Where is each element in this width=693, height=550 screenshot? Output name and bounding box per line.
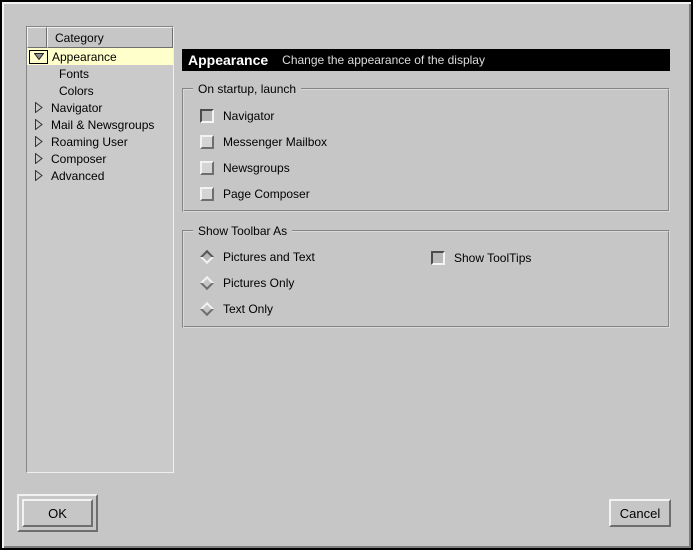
expand-arrow-icon[interactable] [35, 170, 51, 181]
text-only-radio[interactable] [200, 302, 214, 316]
tree-item-label: Navigator [51, 101, 102, 115]
tree-item-roaming-user[interactable]: Roaming User [27, 133, 173, 150]
page-header: Appearance Change the appearance of the … [182, 49, 670, 71]
checkbox-row-page-composer[interactable]: Page Composer [200, 187, 668, 201]
radio-row-text-only[interactable]: Text Only [200, 302, 668, 316]
startup-group-title: On startup, launch [193, 82, 301, 96]
tree-item-colors[interactable]: Colors [27, 82, 173, 99]
show-tooltips-checkbox[interactable] [431, 251, 445, 265]
ok-default-ring: OK [17, 494, 98, 532]
tree-item-mail-newsgroups[interactable]: Mail & Newsgroups [27, 116, 173, 133]
checkbox-label: Show ToolTips [454, 251, 531, 265]
radio-label: Pictures and Text [223, 250, 315, 264]
checkbox-label: Newsgroups [223, 161, 290, 175]
checkbox-row-navigator[interactable]: Navigator [200, 109, 668, 123]
checkbox-row-newsgroups[interactable]: Newsgroups [200, 161, 668, 175]
checkbox-label: Navigator [223, 109, 274, 123]
checkbox-label: Page Composer [223, 187, 310, 201]
cancel-button[interactable]: Cancel [609, 499, 671, 527]
checkbox-row-show-tooltips[interactable]: Show ToolTips [431, 251, 531, 265]
radio-label: Text Only [223, 302, 273, 316]
tree-item-label: Appearance [52, 50, 117, 64]
category-tree: Category Appearance Fonts Colors Navigat… [26, 26, 174, 473]
page-composer-checkbox[interactable] [200, 187, 214, 201]
expand-arrow-icon[interactable] [35, 102, 51, 113]
collapse-arrow-icon[interactable] [29, 50, 48, 64]
tree-item-fonts[interactable]: Fonts [27, 65, 173, 82]
expand-arrow-icon[interactable] [35, 136, 51, 147]
tree-item-label: Mail & Newsgroups [51, 118, 154, 132]
tree-header-label: Category [47, 27, 173, 48]
pictures-only-radio[interactable] [200, 276, 214, 290]
messenger-mailbox-checkbox[interactable] [200, 135, 214, 149]
tree-item-appearance[interactable]: Appearance [27, 48, 173, 65]
toolbar-group: Show Toolbar As Pictures and Text Pictur… [182, 230, 670, 328]
navigator-checkbox[interactable] [200, 109, 214, 123]
tree-header: Category [27, 27, 173, 48]
tree-item-label: Roaming User [51, 135, 128, 149]
tree-item-composer[interactable]: Composer [27, 150, 173, 167]
checkbox-row-messenger-mailbox[interactable]: Messenger Mailbox [200, 135, 668, 149]
tree-item-label: Fonts [59, 67, 89, 81]
startup-group: On startup, launch Navigator Messenger M… [182, 88, 670, 212]
checkbox-label: Messenger Mailbox [223, 135, 327, 149]
radio-label: Pictures Only [223, 276, 294, 290]
tree-item-label: Colors [59, 84, 94, 98]
preferences-dialog: Category Appearance Fonts Colors Navigat… [0, 0, 693, 550]
tree-header-corner [27, 27, 47, 48]
page-title: Appearance [182, 52, 268, 68]
expand-arrow-icon[interactable] [35, 153, 51, 164]
newsgroups-checkbox[interactable] [200, 161, 214, 175]
radio-row-pictures-only[interactable]: Pictures Only [200, 276, 668, 290]
tree-item-advanced[interactable]: Advanced [27, 167, 173, 184]
toolbar-group-title: Show Toolbar As [193, 224, 292, 238]
page-subtitle: Change the appearance of the display [282, 53, 485, 67]
tree-item-label: Advanced [51, 169, 104, 183]
ok-button[interactable]: OK [22, 499, 93, 527]
tree-item-navigator[interactable]: Navigator [27, 99, 173, 116]
expand-arrow-icon[interactable] [35, 119, 51, 130]
tree-item-label: Composer [51, 152, 106, 166]
pictures-and-text-radio[interactable] [200, 250, 214, 264]
